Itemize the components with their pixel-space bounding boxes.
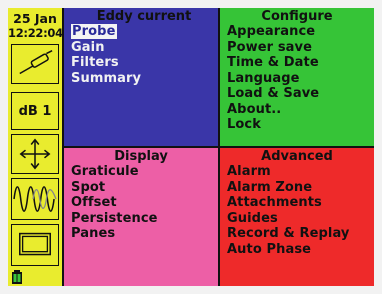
menu-item-probe[interactable]: Probe: [71, 24, 141, 40]
move-button[interactable]: [11, 134, 59, 174]
configure-title: Configure: [261, 9, 333, 24]
probe-button[interactable]: [11, 44, 59, 84]
menu-item-spot[interactable]: Spot: [71, 180, 158, 196]
menu-item-offset[interactable]: Offset: [71, 195, 158, 211]
waveform-icon: [13, 186, 57, 212]
menu-item-persistence[interactable]: Persistence: [71, 211, 158, 227]
menu-item-summary[interactable]: Summary: [71, 71, 141, 87]
device-screen: 25 Jan 12:22:04 dB 1 Eddy current Probe …: [8, 8, 374, 286]
date-time-display: 25 Jan 12:22:04: [8, 10, 63, 42]
time-label: 12:22:04: [8, 26, 63, 40]
menu-item-gain[interactable]: Gain: [71, 40, 141, 56]
menu-item-alarm-zone[interactable]: Alarm Zone: [227, 180, 350, 196]
advanced-menu: Advanced Alarm Alarm Zone Attachments Gu…: [220, 148, 374, 286]
gain-button[interactable]: dB 1: [11, 92, 59, 130]
menu-item-auto-phase[interactable]: Auto Phase: [227, 242, 350, 258]
pane-layout-icon: [19, 232, 51, 256]
menu-item-graticule[interactable]: Graticule: [71, 164, 158, 180]
left-toolbar: 25 Jan 12:22:04 dB 1: [8, 8, 63, 286]
menu-item-language[interactable]: Language: [227, 71, 319, 87]
menu-item-alarm[interactable]: Alarm: [227, 164, 350, 180]
display-title: Display: [114, 149, 168, 164]
battery-icon: [11, 270, 23, 284]
move-arrows-icon: [19, 138, 51, 170]
menu-item-guides[interactable]: Guides: [227, 211, 350, 227]
advanced-title: Advanced: [261, 149, 333, 164]
eddy-current-menu: Eddy current Probe Gain Filters Summary: [64, 8, 218, 146]
menu-item-lock[interactable]: Lock: [227, 117, 319, 133]
waveform-button[interactable]: [11, 178, 59, 220]
gain-label: dB 1: [18, 103, 52, 119]
pane-layout-button[interactable]: [11, 224, 59, 266]
eddy-current-title: Eddy current: [96, 9, 192, 24]
menu-item-attachments[interactable]: Attachments: [227, 195, 350, 211]
menu-item-record-replay[interactable]: Record & Replay: [227, 226, 350, 242]
display-menu: Display Graticule Spot Offset Persistenc…: [64, 148, 218, 286]
menu-item-filters[interactable]: Filters: [71, 55, 141, 71]
menu-item-panes[interactable]: Panes: [71, 226, 158, 242]
configure-menu: Configure Appearance Power save Time & D…: [220, 8, 374, 146]
date-label: 25 Jan: [13, 11, 57, 26]
menu-item-time-date[interactable]: Time & Date: [227, 55, 319, 71]
menu-item-appearance[interactable]: Appearance: [227, 24, 319, 40]
menu-item-power-save[interactable]: Power save: [227, 40, 319, 56]
menu-item-load-save[interactable]: Load & Save: [227, 86, 319, 102]
probe-icon: [19, 50, 53, 75]
menu-item-about[interactable]: About..: [227, 102, 319, 118]
